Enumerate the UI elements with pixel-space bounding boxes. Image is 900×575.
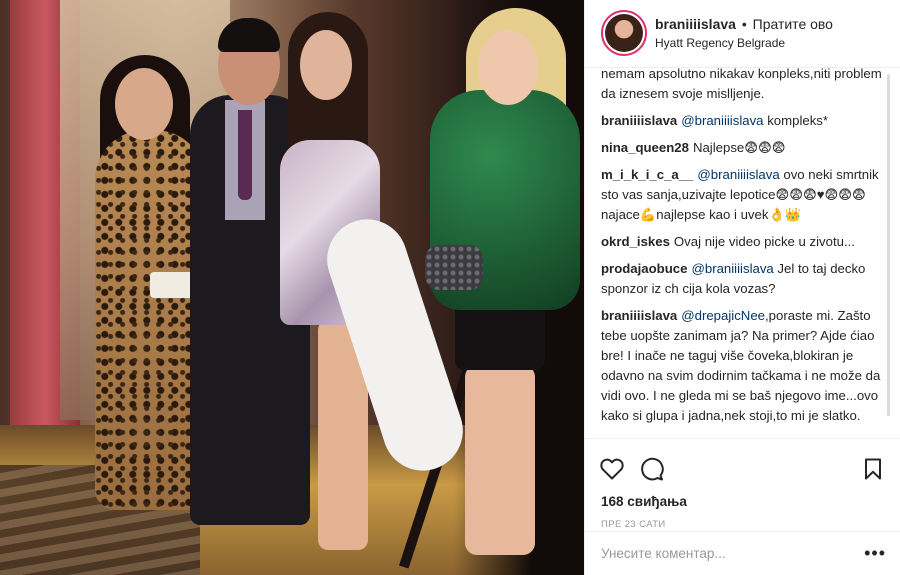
post-header: braniiiislava • Пратите ово Hyatt Regenc…: [585, 0, 900, 68]
comment-mention[interactable]: @braniiiislava: [681, 113, 763, 128]
person-4-skirt: [455, 300, 545, 370]
comment-item: m_i_k_i_c_a__ @braniiiislava ovo neki smr…: [601, 165, 888, 225]
add-comment-bar: •••: [585, 531, 900, 575]
action-bar: [585, 438, 900, 488]
comment-item: nina_queen28 Najlepse😨😨😨: [601, 138, 888, 158]
comment-username[interactable]: m_i_k_i_c_a__: [601, 167, 693, 182]
comment-mention[interactable]: @braniiiislava: [691, 261, 773, 276]
post-time[interactable]: ПРЕ 23 САТИ: [585, 519, 900, 530]
more-options-icon[interactable]: •••: [864, 543, 886, 564]
comments-scrollbar[interactable]: [887, 74, 890, 416]
location-link[interactable]: Hyatt Regency Belgrade: [655, 36, 833, 50]
comment-text: ,poraste mi. Zašto tebe uopšte zanimam j…: [601, 308, 881, 423]
comment-mention[interactable]: @drepajicNee: [681, 308, 765, 323]
comment-input[interactable]: [601, 546, 865, 561]
heart-icon[interactable]: [599, 456, 625, 482]
comment-username[interactable]: braniiiislava: [601, 308, 677, 323]
post-sidebar: braniiiislava • Пратите ово Hyatt Regenc…: [584, 0, 900, 575]
person-4-handbag: [425, 245, 483, 290]
comment-text: kompleks*: [763, 113, 829, 128]
header-text: braniiiislava • Пратите ово Hyatt Regenc…: [655, 13, 833, 50]
bookmark-icon[interactable]: [860, 456, 886, 482]
comment-item: prodajaobuce @braniiiislava Jel to taj de…: [601, 259, 888, 299]
comments-list[interactable]: nemam apsolutno nikakav konpleks,niti pr…: [585, 68, 900, 438]
comment-text: Ovaj nije video picke u zivotu...: [673, 234, 855, 249]
comment-mention[interactable]: @braniiiislava: [697, 167, 779, 182]
comment-username[interactable]: prodajaobuce: [601, 261, 687, 276]
person-4-legs: [465, 365, 535, 555]
person-1-clutch: [150, 272, 194, 298]
post-photo[interactable]: [0, 0, 584, 575]
comment-username[interactable]: okrd_iskes: [601, 234, 670, 249]
comment-item: braniiiislava @drepajicNee,poraste mi. Za…: [601, 306, 888, 426]
comment-item: okrd_iskes Ovaj nije video picke u zivotu…: [601, 232, 888, 252]
comment-username[interactable]: nina_queen28: [601, 140, 689, 155]
header-separator: •: [741, 16, 747, 32]
comment-item: nemam apsolutno nikakav konpleks,niti pr…: [601, 68, 888, 104]
person-2-tie: [238, 110, 252, 200]
person-4-face: [478, 30, 538, 105]
person-3-face: [300, 30, 352, 100]
avatar-image: [605, 14, 643, 52]
instagram-post: braniiiislava • Пратите ово Hyatt Regenc…: [0, 0, 900, 575]
follow-button[interactable]: Пратите ово: [753, 16, 833, 32]
username-link[interactable]: braniiiislava: [655, 16, 736, 32]
comment-text: nemam apsolutno nikakav konpleks,niti pr…: [601, 68, 882, 101]
person-1-face: [115, 68, 173, 140]
header-line: braniiiislava • Пратите ово: [655, 16, 833, 32]
comment-username[interactable]: braniiiislava: [601, 113, 677, 128]
avatar[interactable]: [601, 10, 647, 56]
comment-text: Najlepse😨😨😨: [692, 140, 786, 155]
comment-item: braniiiislava @braniiiislava kompleks*: [601, 111, 888, 131]
likes-count[interactable]: 168 свиђања: [585, 494, 900, 509]
person-1-leopard-dress: [95, 130, 205, 510]
comment-bubble-icon[interactable]: [639, 456, 665, 482]
